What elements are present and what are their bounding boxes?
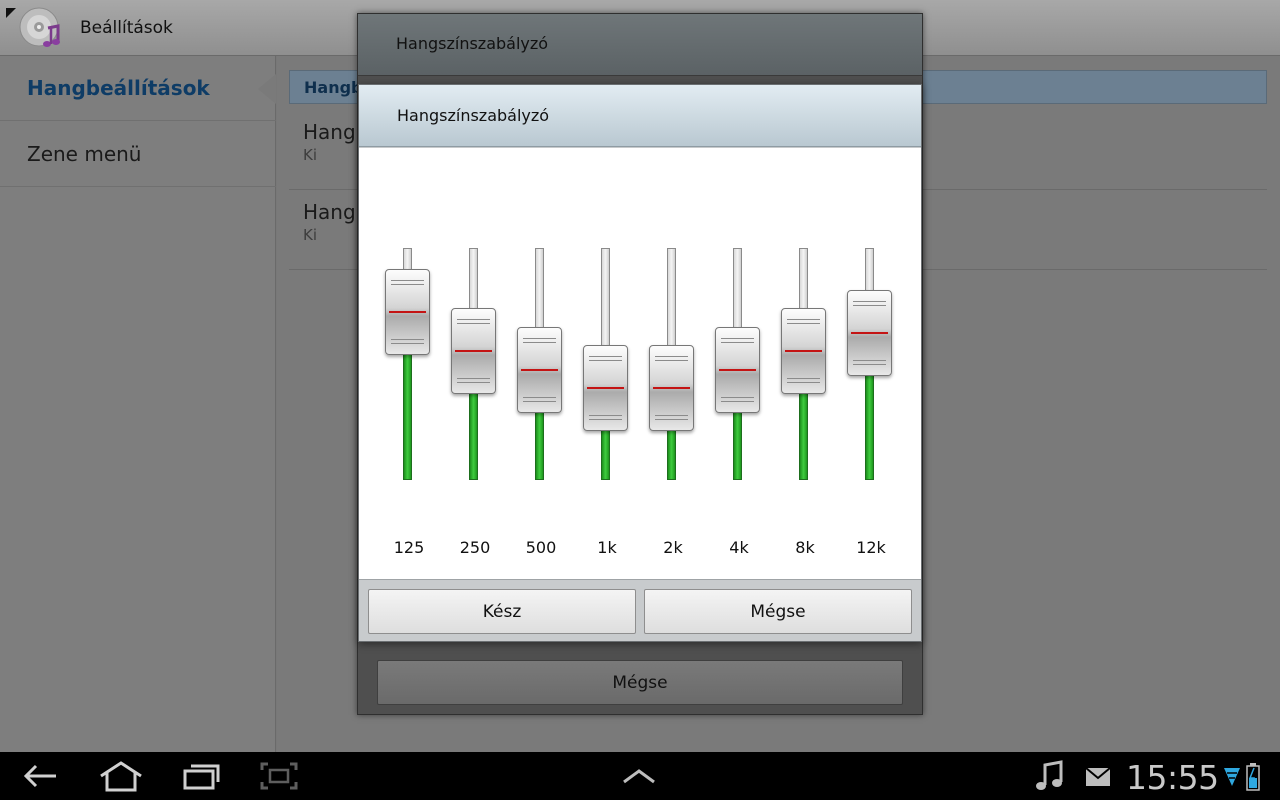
equalizer-panel: 125 250 500 1k 2k 4k 8k 12k: [359, 148, 921, 579]
screenshot-icon[interactable]: [260, 762, 298, 790]
slider-thumb[interactable]: [583, 345, 628, 431]
selection-indicator: [258, 74, 276, 104]
dialog-header: Hangszínszabályzó: [359, 85, 921, 147]
eq-band-slider[interactable]: 500: [511, 248, 571, 580]
app-title: Beállítások: [80, 18, 173, 38]
cancel-button[interactable]: Mégse: [644, 589, 912, 634]
home-icon[interactable]: [98, 760, 144, 792]
battery-icon: [1246, 763, 1260, 791]
section-header-label: Hangb: [304, 78, 363, 97]
settings-row-summary: Ki: [303, 146, 318, 164]
menu-corner-icon[interactable]: [6, 8, 16, 18]
background-dialog-title: Hangszínszabályzó: [396, 34, 549, 53]
sidebar-item-sound-settings[interactable]: Hangbeállítások: [0, 56, 276, 121]
slider-thumb[interactable]: [715, 327, 760, 413]
dialog-title: Hangszínszabályzó: [397, 106, 550, 125]
wifi-icon: [1224, 768, 1240, 786]
settings-row-title: Hang: [303, 200, 356, 224]
done-button[interactable]: Kész: [368, 589, 636, 634]
background-cancel-button[interactable]: Mégse: [377, 660, 903, 705]
slider-thumb[interactable]: [781, 308, 826, 394]
band-frequency-label: 12k: [856, 538, 886, 557]
settings-row-title: Hang: [303, 120, 356, 144]
band-frequency-label: 500: [525, 538, 557, 557]
band-frequency-label: 1k: [597, 538, 617, 557]
eq-band-slider[interactable]: 4k: [709, 248, 769, 580]
slider-thumb[interactable]: [385, 269, 430, 355]
recent-apps-icon[interactable]: [182, 762, 222, 790]
system-navigation-bar: 15:55: [0, 752, 1280, 800]
slider-thumb[interactable]: [847, 290, 892, 376]
band-frequency-label: 125: [393, 538, 425, 557]
eq-band-slider[interactable]: 12k: [841, 248, 901, 580]
settings-row-summary: Ki: [303, 226, 318, 244]
sidebar-item-label: Hangbeállítások: [27, 76, 210, 100]
dialog-button-bar: Kész Mégse: [359, 579, 921, 641]
settings-sidebar: Hangbeállítások Zene menü: [0, 56, 276, 752]
eq-band-slider[interactable]: 1k: [577, 248, 637, 580]
mail-icon[interactable]: [1084, 766, 1112, 788]
back-icon[interactable]: [22, 762, 58, 790]
eq-band-slider[interactable]: 125: [379, 248, 439, 580]
music-note-icon[interactable]: [1034, 760, 1064, 792]
slider-thumb[interactable]: [649, 345, 694, 431]
band-frequency-label: 8k: [795, 538, 815, 557]
band-frequency-label: 250: [459, 538, 491, 557]
band-frequency-label: 2k: [663, 538, 683, 557]
sidebar-item-label: Zene menü: [27, 142, 142, 166]
eq-band-slider[interactable]: 8k: [775, 248, 835, 580]
background-dialog-header: Hangszínszabályzó: [358, 14, 922, 76]
eq-band-slider[interactable]: 250: [445, 248, 505, 580]
eq-band-slider[interactable]: 2k: [643, 248, 703, 580]
slider-thumb[interactable]: [451, 308, 496, 394]
status-clock: 15:55: [1126, 758, 1219, 797]
slider-thumb[interactable]: [517, 327, 562, 413]
equalizer-dialog: Hangszínszabályzó 125 250 500 1k 2k 4k 8k 12k K…: [358, 84, 922, 642]
music-settings-app-icon[interactable]: [18, 6, 62, 50]
up-arrow-icon[interactable]: [622, 768, 656, 784]
sidebar-item-music-menu[interactable]: Zene menü: [0, 122, 276, 187]
band-frequency-label: 4k: [729, 538, 749, 557]
